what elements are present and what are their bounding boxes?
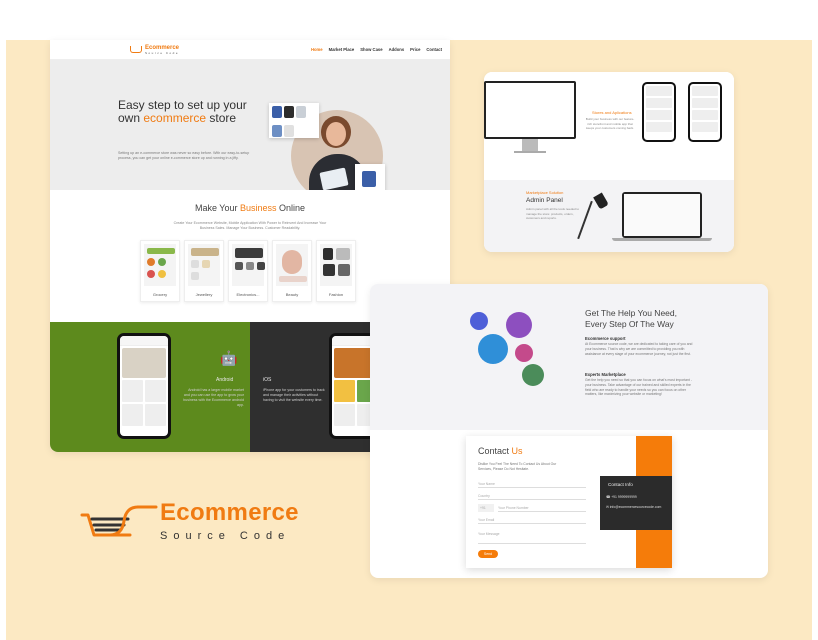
category-beauty[interactable]: Beauty — [272, 240, 312, 302]
brand-name: Ecommerce — [145, 44, 180, 51]
mobile-mockup-left — [642, 82, 676, 142]
ios-title: iOS — [263, 377, 272, 383]
contact-phone[interactable]: +91 9999999999 — [611, 495, 637, 499]
brand-logo-small[interactable]: Ecommerce Source Code — [130, 45, 179, 55]
country-select[interactable]: Country — [478, 492, 586, 500]
contact-title-prefix: Contact — [478, 446, 512, 456]
android-icon: 🤖 — [220, 350, 238, 366]
business-title: Make Your Business Online — [50, 203, 450, 213]
admin-description: Admin panel with all the tools needed to… — [526, 207, 580, 220]
android-app-panel: 🤖 Android Android has a larger mobile ma… — [50, 322, 250, 452]
category-label: Grocery — [152, 292, 168, 297]
storefront-description: Build your business with our feature-ric… — [585, 117, 635, 130]
nav-menu: Home Market Place Show Case Addons Price… — [311, 47, 442, 52]
android-description: Android has a larger mobile market and y… — [183, 388, 244, 407]
category-tiles: Grocery Jewellery Electronics... Beauty … — [140, 240, 356, 302]
contact-info-title: Contact Info — [608, 482, 633, 487]
help-title: Get The Help You Need, Every Step Of The… — [585, 308, 677, 330]
contact-form-card: Contact Us Dislike You Feel The Need To … — [466, 436, 672, 568]
android-phone-mockup — [117, 333, 171, 439]
hero-title-line1: Easy step to set up your — [118, 98, 247, 112]
name-input[interactable]: Your Name — [478, 480, 586, 488]
storefront-title: Stores and Aplications — [592, 110, 632, 115]
monitor-base — [514, 151, 546, 153]
brand-logo-large: Ecommerce Source Code — [80, 500, 299, 542]
lamp-icon — [593, 192, 609, 210]
nav-contact[interactable]: Contact — [426, 47, 442, 52]
help-section: Get The Help You Need, Every Step Of The… — [370, 284, 768, 430]
avatar-bubble-3 — [478, 334, 508, 364]
message-textarea[interactable]: Your Message — [478, 530, 586, 544]
phone-icon: ☎ — [606, 495, 611, 499]
contact-intro: Dislike You Feel The Need To Contact Us … — [478, 462, 557, 471]
business-title-highlight: Business — [239, 203, 277, 213]
admin-title: Admin Panel — [526, 197, 563, 204]
cart-logo-icon — [80, 501, 160, 541]
experts-title: Experts Marketplace — [585, 372, 626, 377]
storefront-section: Stores and Aplications Build your busine… — [484, 72, 734, 180]
ios-description: iPhone app for your customers to track a… — [263, 388, 325, 402]
laptop-base — [612, 238, 712, 241]
contact-title-highlight: Us — [511, 446, 523, 456]
contact-title: Contact Us — [478, 446, 523, 456]
nav-home[interactable]: Home — [311, 47, 323, 52]
support-title: Ecommerce support — [585, 336, 626, 341]
navbar: Ecommerce Source Code Home Market Place … — [50, 40, 450, 60]
avatar-bubble-2 — [506, 312, 532, 338]
product-preview-card — [269, 103, 319, 138]
experts-text: Get the help you need so that you can fo… — [585, 378, 692, 397]
phone-input[interactable]: Your Phone Number — [498, 504, 586, 512]
desktop-monitor-mockup — [484, 81, 576, 139]
mail-icon: ✉ — [606, 505, 609, 509]
category-fashion[interactable]: Fashion — [316, 240, 356, 302]
hero-section: Easy step to set up your own ecommerce s… — [50, 60, 450, 202]
avatar-bubble-1 — [470, 312, 488, 330]
support-contact-card: Get The Help You Need, Every Step Of The… — [370, 284, 768, 578]
support-text: At Ecommerce source code, we are dedicat… — [585, 342, 693, 356]
category-label: Electronics... — [236, 292, 260, 297]
send-button[interactable]: Send — [478, 550, 498, 558]
hero-title: Easy step to set up your own ecommerce s… — [118, 99, 247, 125]
hero-title-end: store — [206, 111, 237, 125]
android-title: Android — [216, 377, 234, 383]
email-input[interactable]: Your Email — [478, 516, 586, 524]
admin-section: Marketplace Solution Admin Panel Admin p… — [484, 180, 734, 252]
contact-email[interactable]: info@ecommercesourcecode.com — [610, 505, 662, 509]
hero-title-line2: own — [118, 111, 144, 125]
country-code-select[interactable]: +91 — [478, 504, 494, 512]
cart-icon — [130, 46, 142, 53]
nav-price[interactable]: Price — [410, 47, 420, 52]
help-title-line2: Every Step Of The Way — [585, 319, 674, 329]
showcase-card: Stores and Aplications Build your busine… — [484, 72, 734, 252]
category-label: Jewellery — [195, 292, 213, 297]
business-title-suffix: Online — [276, 203, 306, 213]
category-jewellery[interactable]: Jewellery — [184, 240, 224, 302]
mobile-mockup-right — [688, 82, 722, 142]
contact-info-box: Contact Info ☎ +91 9999999999 ✉ info@eco… — [600, 476, 672, 530]
help-title-line1: Get The Help You Need, — [585, 308, 677, 318]
business-description: Create Your Ecommerce Website, Mobile Ap… — [173, 221, 327, 230]
category-electronics[interactable]: Electronics... — [228, 240, 268, 302]
nav-show-case[interactable]: Show Case — [360, 47, 382, 52]
brand-tagline-large: Source Code — [160, 530, 291, 542]
hero-title-highlight: ecommerce — [143, 111, 207, 125]
hero-description: Setting up an e-commerce store was never… — [118, 151, 250, 160]
nav-addons[interactable]: Addons — [389, 47, 405, 52]
business-title-prefix: Make Your — [194, 203, 240, 213]
admin-label: Marketplace Solution — [526, 190, 564, 195]
category-label: Beauty — [285, 292, 299, 297]
monitor-stand — [522, 139, 538, 151]
category-grocery[interactable]: Grocery — [140, 240, 180, 302]
avatar-bubble-4 — [515, 344, 533, 362]
avatar-bubble-5 — [522, 364, 544, 386]
nav-market-place[interactable]: Market Place — [329, 47, 355, 52]
brand-tagline: Source Code — [145, 50, 180, 55]
laptop-mockup — [622, 192, 702, 238]
category-label: Fashion — [328, 292, 344, 297]
brand-name-large: Ecommerce — [160, 499, 299, 526]
